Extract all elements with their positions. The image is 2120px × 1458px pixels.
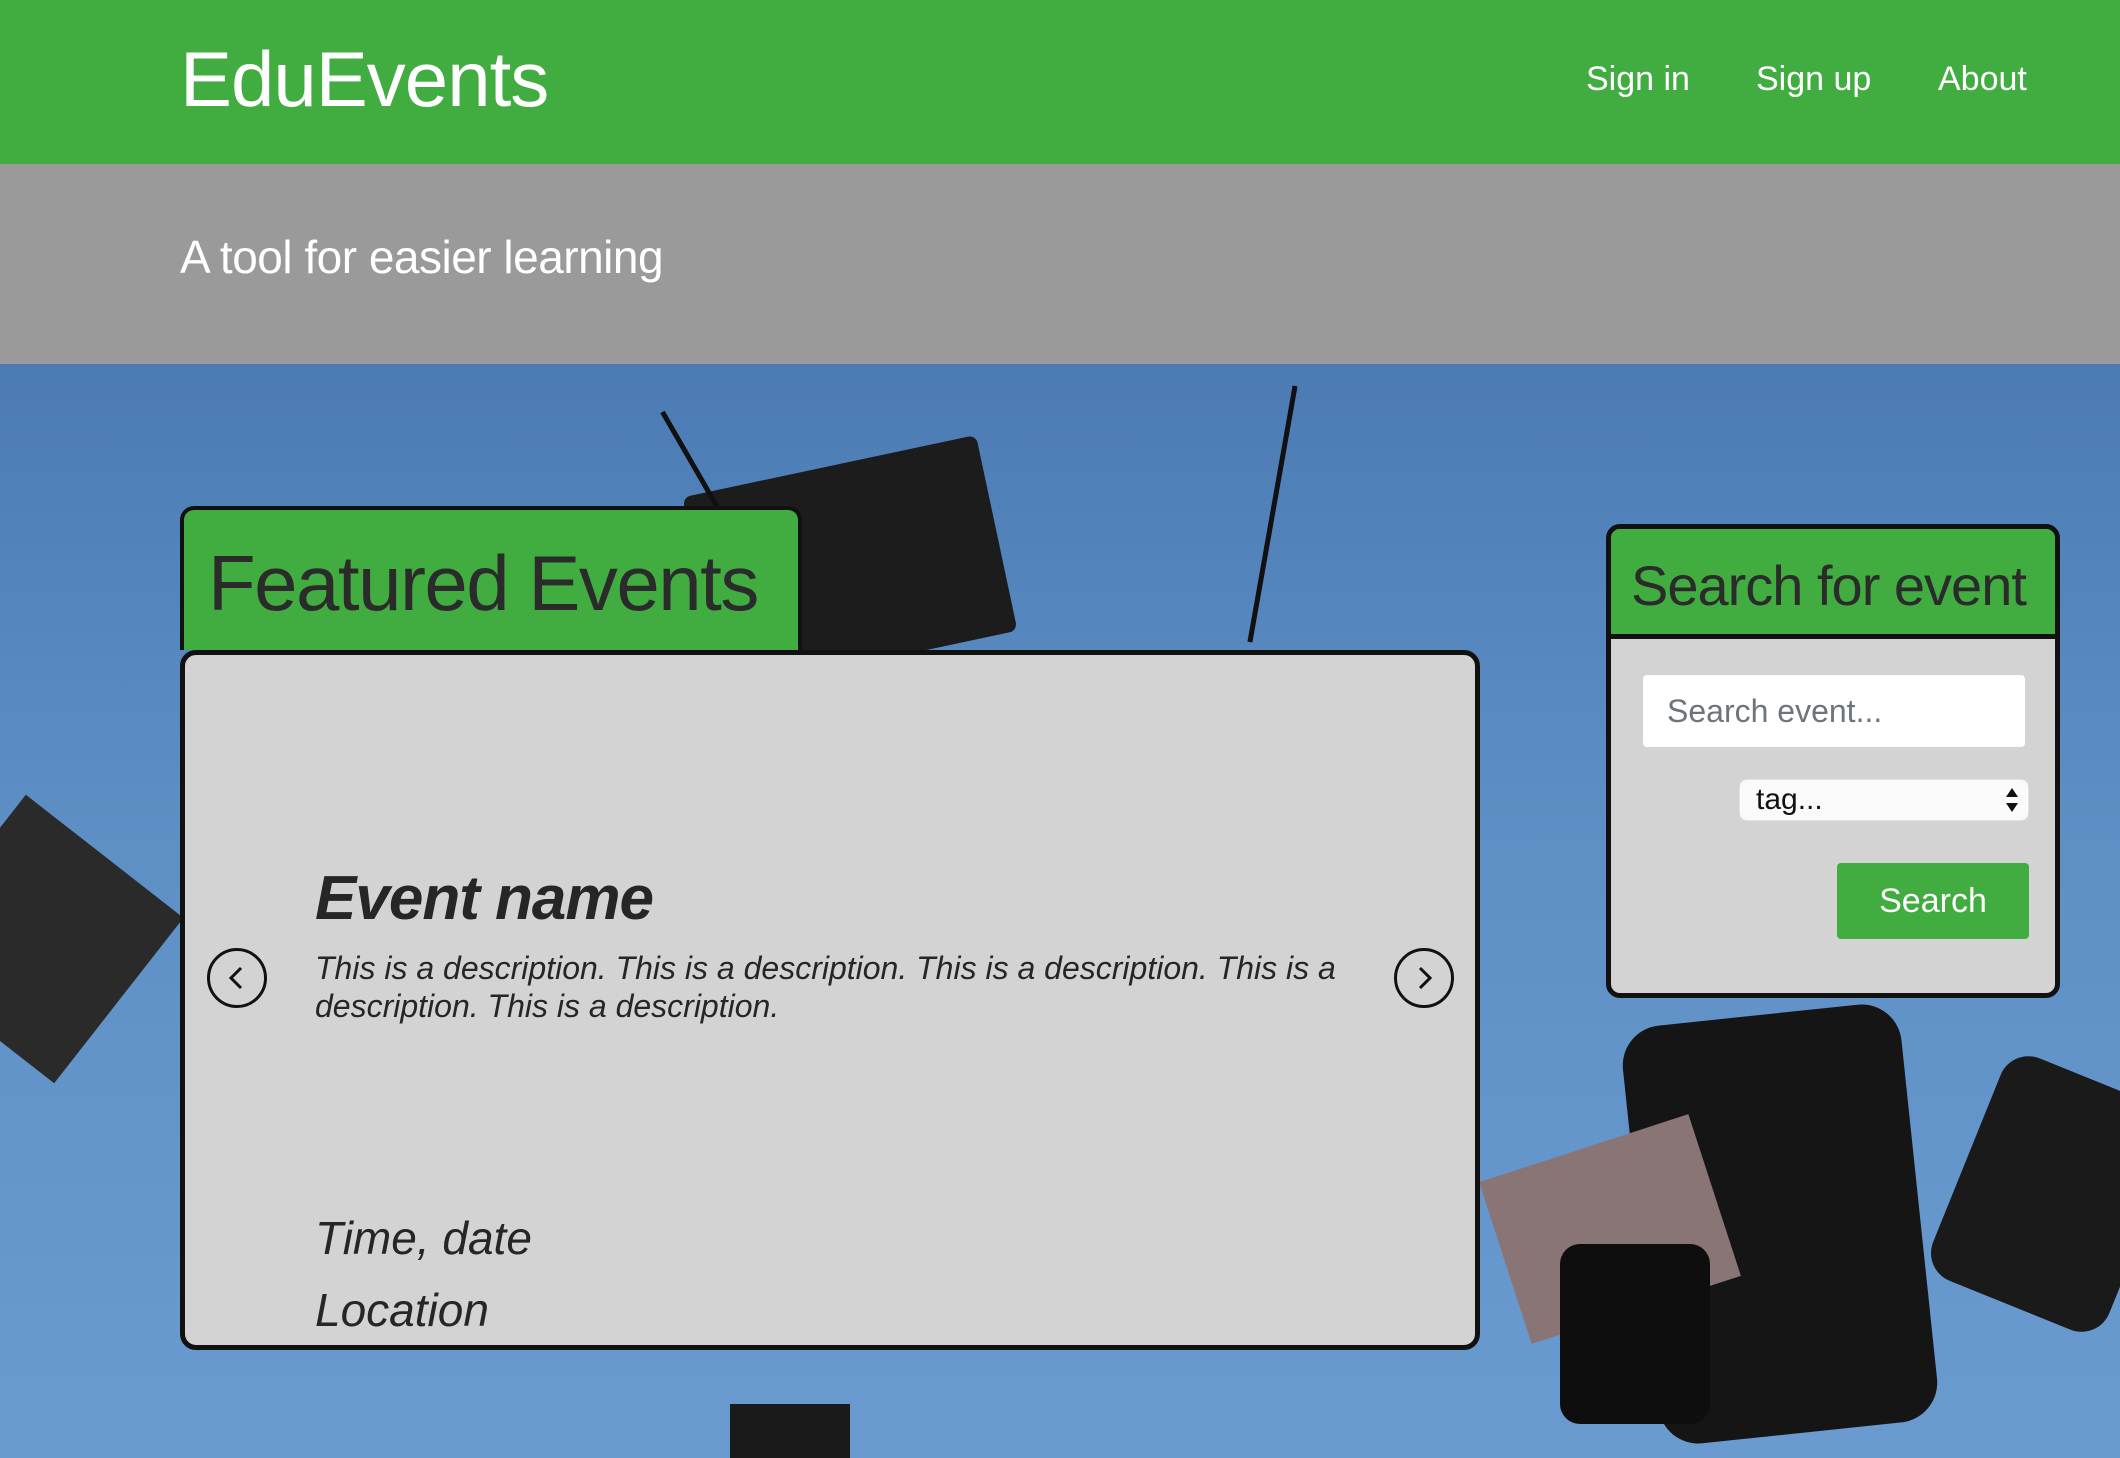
chevron-right-icon <box>1418 966 1433 990</box>
event-time-date: Time, date <box>315 1212 532 1264</box>
carousel-prev-button[interactable] <box>207 948 267 1008</box>
tag-select-value: tag... <box>1756 783 1823 816</box>
featured-events-title: Featured Events <box>208 539 759 627</box>
featured-events-header: Featured Events <box>180 506 802 650</box>
graduation-cap-image <box>0 794 184 1084</box>
event-description: This is a description. This is a descrip… <box>315 950 1336 1024</box>
tag-select-dropdown[interactable]: tag... <box>1739 779 2029 821</box>
nav-sign-in-link[interactable]: Sign in <box>1586 60 1690 99</box>
graduation-cap-image <box>730 1404 850 1458</box>
search-panel-title: Search for event <box>1631 554 2027 617</box>
graduation-cap-image <box>1921 1047 2120 1341</box>
search-event-input[interactable] <box>1643 675 2025 747</box>
graduation-cap-image <box>1560 1244 1710 1424</box>
chevron-left-icon <box>228 966 243 990</box>
nav-about-link[interactable]: About <box>1938 60 2027 99</box>
search-panel: Search for event tag... Search <box>1606 524 2060 998</box>
event-name[interactable]: Event name <box>315 863 654 934</box>
search-panel-header: Search for event <box>1611 529 2055 639</box>
event-location: Location <box>315 1284 489 1336</box>
carousel-next-button[interactable] <box>1394 948 1454 1008</box>
nav-sign-up-link[interactable]: Sign up <box>1756 60 1871 99</box>
brand-logo[interactable]: EduEvents <box>180 34 549 125</box>
featured-event-carousel: Event name This is a description. This i… <box>180 650 1480 1350</box>
tagline-text: A tool for easier learning <box>180 231 664 283</box>
select-arrows-icon <box>2006 788 2018 812</box>
navbar: EduEvents Sign in Sign up About <box>0 0 2120 164</box>
tagline-band: A tool for easier learning <box>0 164 2120 364</box>
search-button[interactable]: Search <box>1837 863 2029 939</box>
cap-tassel-image <box>1247 385 1298 643</box>
